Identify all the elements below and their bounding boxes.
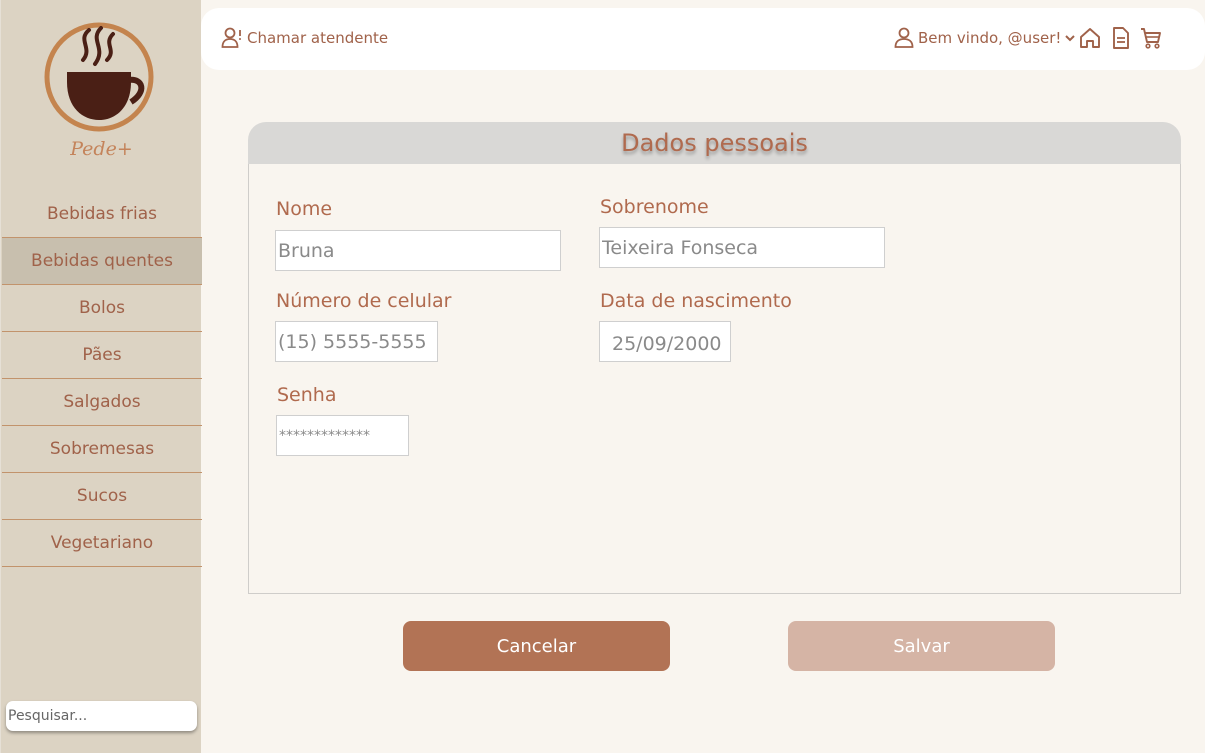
user-icon	[894, 27, 914, 48]
form-header: Dados pessoais	[248, 122, 1181, 164]
user-menu[interactable]: Bem vindo, @user!	[893, 27, 1076, 49]
page-title: Dados pessoais	[621, 129, 808, 157]
sidebar-item-bebidas-frias[interactable]: Bebidas frias	[2, 191, 202, 238]
phone-input[interactable]	[275, 321, 438, 362]
sidebar-item-paes[interactable]: Pães	[2, 332, 202, 379]
password-input[interactable]	[276, 415, 409, 456]
sidebar: Pede+ Bebidas frias Bebidas quentes Bolo…	[0, 0, 202, 753]
nome-input[interactable]	[275, 230, 561, 271]
home-icon[interactable]	[1078, 26, 1102, 50]
sidebar-item-sucos[interactable]: Sucos	[2, 473, 202, 520]
sidebar-item-sobremesas[interactable]: Sobremesas	[2, 426, 202, 473]
nascimento-label: Data de nascimento	[600, 290, 792, 312]
birthdate-input[interactable]	[599, 321, 731, 362]
nome-label: Nome	[276, 198, 333, 220]
call-attendant-icon	[221, 27, 241, 48]
sobrenome-input[interactable]	[599, 227, 885, 268]
sidebar-item-bolos[interactable]: Bolos	[2, 285, 202, 332]
sobrenome-label: Sobrenome	[600, 196, 709, 218]
top-bar: Chamar atendente Bem vindo, @user!	[201, 8, 1205, 70]
welcome-label: Bem vindo, @user!	[918, 29, 1062, 47]
call-attendant-button[interactable]: Chamar atendente	[221, 27, 388, 49]
celular-label: Número de celular	[276, 290, 452, 312]
cancel-button[interactable]: Cancelar	[403, 621, 670, 671]
cart-icon[interactable]	[1139, 26, 1163, 50]
sidebar-item-vegetariano[interactable]: Vegetariano	[2, 520, 202, 567]
save-button[interactable]: Salvar	[788, 621, 1055, 671]
call-attendant-label: Chamar atendente	[247, 29, 389, 47]
chevron-down-icon	[1065, 35, 1076, 42]
senha-label: Senha	[277, 384, 337, 406]
search-input[interactable]	[6, 701, 197, 731]
sidebar-item-salgados[interactable]: Salgados	[2, 379, 202, 426]
category-nav: Bebidas frias Bebidas quentes Bolos Pães…	[2, 191, 202, 567]
document-icon[interactable]	[1109, 26, 1133, 50]
brand-name: Pede+	[70, 138, 133, 160]
sidebar-item-bebidas-quentes[interactable]: Bebidas quentes	[2, 238, 202, 285]
